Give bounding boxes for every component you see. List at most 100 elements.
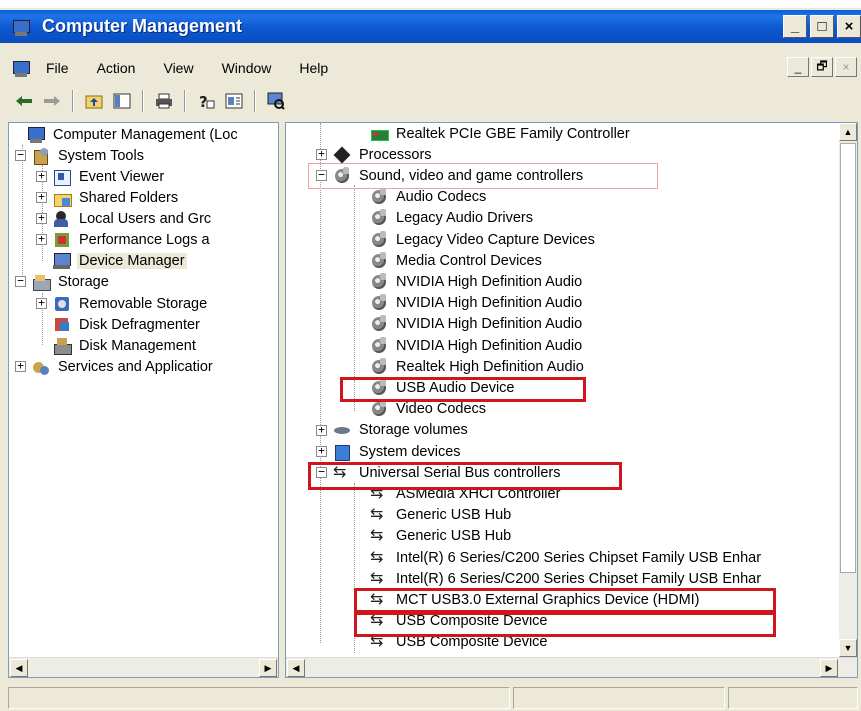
collapse-toggle[interactable]: − xyxy=(316,466,327,479)
left-horizontal-scrollbar[interactable]: ◀ ▶ xyxy=(9,657,278,677)
close-button[interactable]: × xyxy=(837,15,861,38)
device-tree-item[interactable]: USB Composite Device xyxy=(370,631,550,653)
show-hide-tree-icon[interactable] xyxy=(110,89,134,113)
device-tree-item[interactable]: Legacy Video Capture Devices xyxy=(370,229,597,250)
properties-icon[interactable] xyxy=(222,89,246,113)
menu-view[interactable]: View xyxy=(163,60,193,76)
tree-item-performance-logs[interactable]: + Performance Logs a xyxy=(36,229,212,250)
device-tree-item[interactable]: Audio Codecs xyxy=(370,187,488,208)
status-cell xyxy=(8,687,510,709)
collapse-toggle[interactable]: − xyxy=(15,275,26,287)
expand-toggle[interactable]: + xyxy=(36,212,47,224)
device-tree-item[interactable]: − Sound, video and game controllers xyxy=(316,165,585,186)
forward-icon[interactable] xyxy=(40,89,64,113)
device-tree-item[interactable]: NVIDIA High Definition Audio xyxy=(370,335,584,356)
status-cell xyxy=(728,687,858,709)
mdi-minimize-button[interactable]: _ xyxy=(787,57,809,77)
device-tree-item[interactable]: USB Audio Device xyxy=(370,377,516,398)
right-horizontal-scrollbar[interactable]: ◀ ▶ xyxy=(286,657,857,677)
minimize-button[interactable]: _ xyxy=(783,15,807,38)
device-tree-item[interactable]: Intel(R) 6 Series/C200 Series Chipset Fa… xyxy=(370,547,763,568)
mdi-restore-button[interactable]: 🗗 xyxy=(811,57,833,77)
scroll-left-button[interactable]: ◀ xyxy=(287,659,305,677)
tree-item-label: Local Users and Grc xyxy=(79,210,212,227)
tree-item-system-tools[interactable]: − System Tools xyxy=(15,145,146,166)
collapse-toggle[interactable]: − xyxy=(316,169,327,182)
scroll-right-button[interactable]: ▶ xyxy=(259,659,277,677)
collapse-toggle[interactable]: − xyxy=(15,149,26,161)
computer-management-icon xyxy=(12,19,32,36)
mdi-close-button[interactable]: × xyxy=(835,57,857,77)
sound-icon xyxy=(370,357,388,376)
tree-item-removable-storage[interactable]: + Removable Storage xyxy=(36,293,209,314)
expand-toggle[interactable]: + xyxy=(36,297,47,309)
device-tree-item[interactable]: + Processors xyxy=(316,144,434,165)
scan-hardware-icon[interactable] xyxy=(264,89,288,113)
device-tree-item[interactable]: Generic USB Hub xyxy=(370,504,513,526)
tree-item-event-viewer[interactable]: + Event Viewer xyxy=(36,166,166,187)
device-tree-item[interactable]: + System devices xyxy=(316,441,463,462)
device-tree-item[interactable]: Media Control Devices xyxy=(370,250,544,271)
expand-toggle[interactable]: + xyxy=(36,191,47,203)
expand-toggle[interactable]: + xyxy=(316,445,327,457)
device-tree-pane[interactable]: Realtek PCIe GBE Family Controller + Proce… xyxy=(285,122,858,678)
device-tree-item[interactable]: − Universal Serial Bus controllers xyxy=(316,462,562,483)
title-bar[interactable]: Computer Management _ □ × xyxy=(0,10,861,43)
expand-toggle[interactable]: + xyxy=(316,148,327,161)
device-tree-item-label: Legacy Video Capture Devices xyxy=(396,231,595,248)
tree-item-storage[interactable]: − Storage xyxy=(15,271,111,292)
usb-icon xyxy=(370,610,388,630)
sound-icon xyxy=(370,230,388,249)
tree-item-computer-management[interactable]: Computer Management (Loc xyxy=(27,124,240,145)
top-strip xyxy=(0,0,861,8)
storage-volume-icon xyxy=(333,421,351,439)
expand-toggle[interactable]: + xyxy=(15,360,26,372)
device-tree-item-label: Processors xyxy=(359,146,432,163)
device-tree-item[interactable]: Legacy Audio Drivers xyxy=(370,208,535,229)
device-tree-item[interactable]: Realtek High Definition Audio xyxy=(370,356,586,377)
device-tree-item[interactable]: Realtek PCIe GBE Family Controller xyxy=(370,123,632,144)
tree-item-shared-folders[interactable]: + Shared Folders xyxy=(36,187,180,208)
tree-item-label: Shared Folders xyxy=(79,189,179,206)
up-folder-icon[interactable] xyxy=(82,89,106,113)
device-tree-item[interactable]: + Storage volumes xyxy=(316,420,470,441)
device-tree-item[interactable]: Video Codecs xyxy=(370,399,488,420)
menu-help[interactable]: Help xyxy=(299,60,328,76)
expand-toggle[interactable]: + xyxy=(316,424,327,436)
scroll-up-button[interactable]: ▲ xyxy=(839,123,857,141)
device-tree-item[interactable]: USB Composite Device xyxy=(370,610,550,632)
print-icon[interactable] xyxy=(152,89,176,113)
scroll-down-button[interactable]: ▼ xyxy=(839,639,857,657)
tree-item-disk-defragmenter[interactable]: Disk Defragmenter xyxy=(53,314,202,335)
scroll-thumb[interactable] xyxy=(840,143,856,573)
menu-action[interactable]: Action xyxy=(97,60,136,76)
svg-text:?: ? xyxy=(199,93,208,109)
console-tree-pane[interactable]: Computer Management (Loc − System Tools … xyxy=(8,122,279,678)
device-tree-item-label: Realtek High Definition Audio xyxy=(396,358,584,375)
right-vertical-scrollbar[interactable]: ▲ ▼ xyxy=(839,123,857,658)
expand-toggle[interactable]: + xyxy=(36,233,47,245)
device-tree-item[interactable]: NVIDIA High Definition Audio xyxy=(370,293,584,314)
device-tree-item[interactable]: NVIDIA High Definition Audio xyxy=(370,314,584,335)
tools-icon xyxy=(32,147,50,165)
menu-window[interactable]: Window xyxy=(222,60,272,76)
tree-item-disk-management[interactable]: Disk Management xyxy=(53,335,198,356)
device-tree-item[interactable]: Intel(R) 6 Series/C200 Series Chipset Fa… xyxy=(370,568,763,589)
tree-item-label: Disk Defragmenter xyxy=(79,316,200,333)
scroll-left-button[interactable]: ◀ xyxy=(10,659,28,677)
device-tree-item[interactable]: NVIDIA High Definition Audio xyxy=(370,271,584,292)
tree-item-local-users[interactable]: + Local Users and Grc xyxy=(36,208,213,229)
maximize-button[interactable]: □ xyxy=(810,15,834,38)
device-tree-item[interactable]: Generic USB Hub xyxy=(370,525,513,547)
back-icon[interactable] xyxy=(12,89,36,113)
tree-item-services-applications[interactable]: + Services and Applicatior xyxy=(15,356,215,377)
tree-item-device-manager[interactable]: Device Manager xyxy=(53,250,187,271)
device-tree-item[interactable]: ASMedia XHCI Controller xyxy=(370,483,562,504)
scroll-right-button[interactable]: ▶ xyxy=(820,659,838,677)
device-tree-item[interactable]: MCT USB3.0 External Graphics Device (HDM… xyxy=(370,589,702,610)
expand-toggle[interactable]: + xyxy=(36,170,47,182)
status-bar xyxy=(0,683,861,711)
system-menu-icon[interactable] xyxy=(12,60,32,77)
help-icon[interactable]: ? xyxy=(194,89,218,113)
menu-file[interactable]: File xyxy=(46,60,69,76)
